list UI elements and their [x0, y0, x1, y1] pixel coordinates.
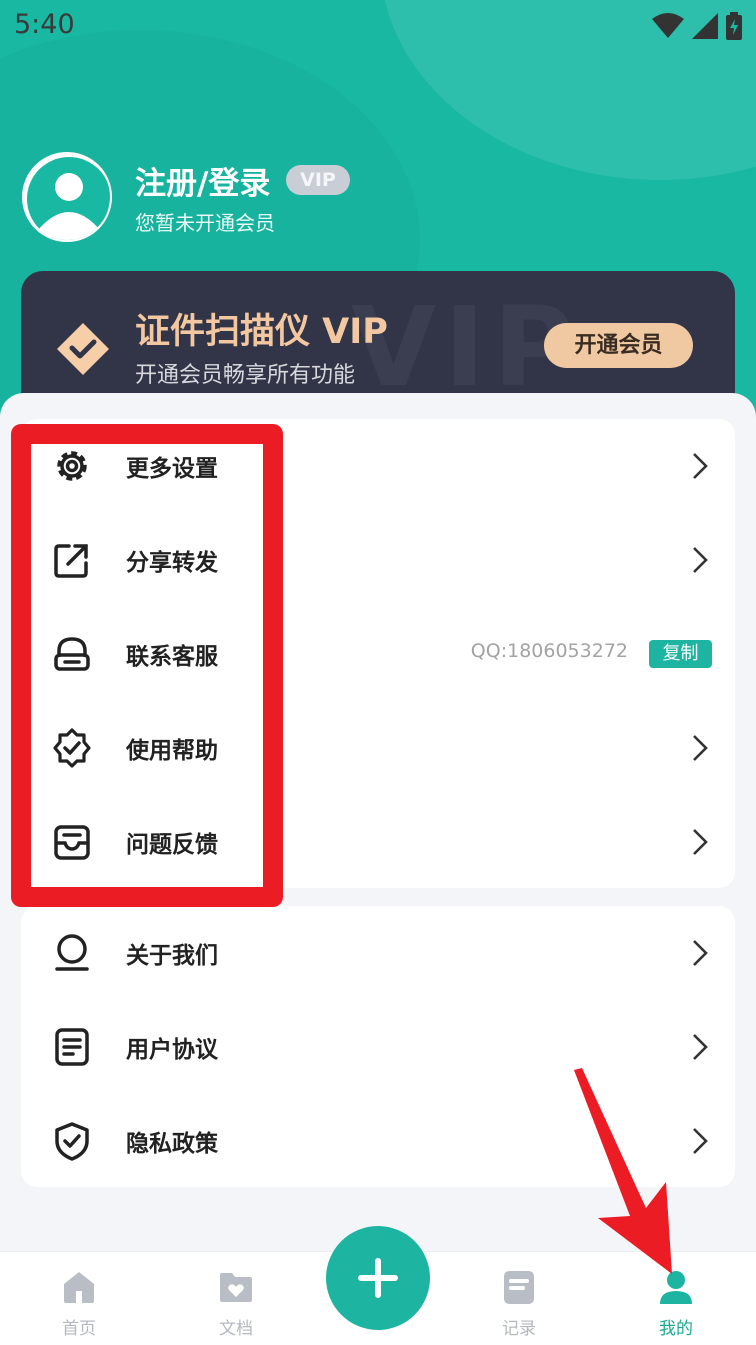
add-scan-button[interactable] — [326, 1226, 430, 1330]
user-avatar-icon — [24, 154, 110, 240]
record-icon — [504, 1271, 534, 1304]
folder-heart-icon — [220, 1273, 252, 1302]
diamond-icon — [57, 323, 109, 375]
membership-status: 您暂未开通会员 — [135, 211, 275, 235]
document-icon — [51, 1026, 93, 1068]
signal-icon — [692, 13, 718, 39]
tab-label: 我的 — [659, 1319, 693, 1339]
avatar[interactable] — [22, 152, 112, 242]
qq-number: QQ:1806053272 — [470, 640, 628, 662]
menu-item-label: 隐私政策 — [126, 1131, 218, 1157]
chevron-right-icon — [693, 735, 708, 761]
menu-item-label: 关于我们 — [126, 943, 218, 969]
chevron-right-icon — [693, 547, 708, 573]
chevron-right-icon — [693, 1034, 708, 1060]
chevron-right-icon — [693, 453, 708, 479]
annotation-arrow — [574, 1068, 672, 1274]
status-time: 5:40 — [14, 9, 75, 40]
menu-item-about[interactable]: 关于我们 — [21, 906, 735, 1000]
vip-subtitle: 开通会员畅享所有功能 — [135, 363, 356, 388]
login-register-link[interactable]: 注册/登录 — [135, 158, 270, 203]
chevron-right-icon — [693, 829, 708, 855]
chevron-right-icon — [693, 1128, 708, 1154]
home-icon — [64, 1272, 94, 1303]
tab-records[interactable]: 记录 — [464, 1252, 574, 1345]
status-bar: 5:40 — [0, 0, 756, 56]
annotation-highlight-box — [11, 424, 283, 907]
wifi-icon — [652, 13, 684, 38]
plus-icon — [358, 1258, 398, 1298]
chevron-right-icon — [693, 940, 708, 966]
vip-badge: VIP — [286, 165, 350, 195]
menu-item-label: 用户协议 — [126, 1037, 218, 1063]
tab-home[interactable]: 首页 — [24, 1252, 134, 1345]
about-icon — [51, 932, 93, 974]
tab-label: 首页 — [62, 1319, 96, 1339]
tab-label: 文档 — [219, 1319, 253, 1339]
tab-label: 记录 — [502, 1319, 536, 1339]
open-membership-button[interactable]: 开通会员 — [544, 323, 693, 368]
battery-icon — [726, 12, 742, 40]
tab-documents[interactable]: 文档 — [181, 1252, 291, 1345]
vip-title: 证件扫描仪 VIP — [135, 312, 388, 352]
shield-icon — [51, 1120, 93, 1162]
copy-button[interactable]: 复制 — [649, 640, 712, 668]
status-icons — [652, 12, 742, 40]
profile-header[interactable]: 注册/登录 VIP 您暂未开通会员 — [22, 152, 722, 244]
